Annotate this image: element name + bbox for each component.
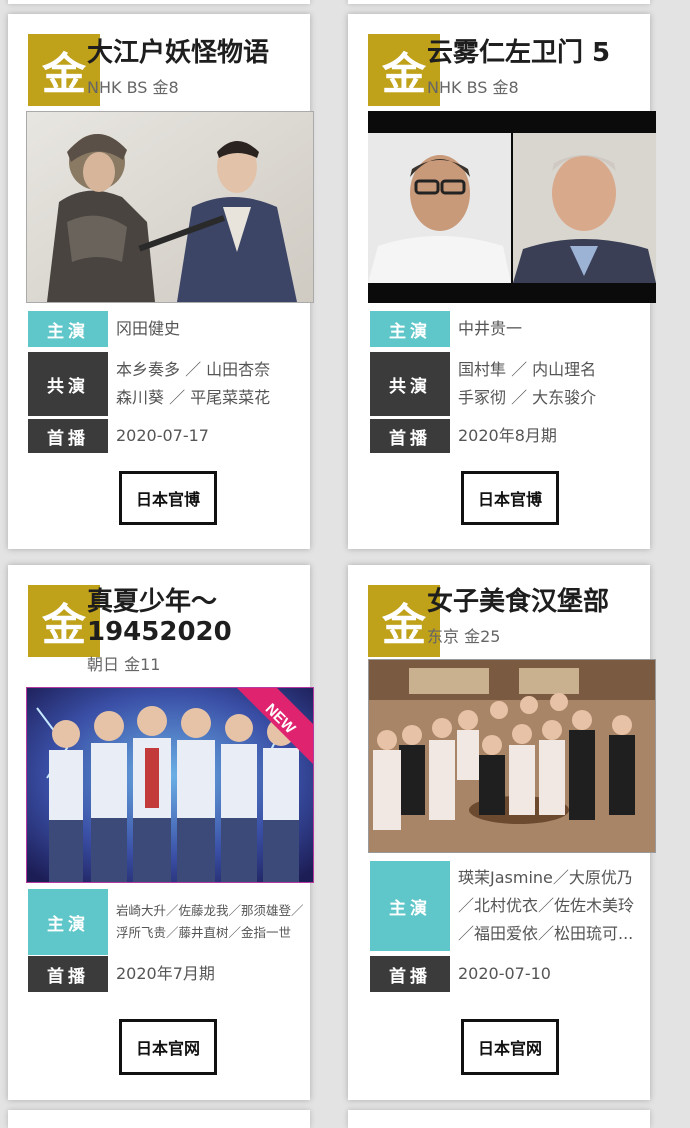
drama-channel: 东京 金25 bbox=[427, 627, 501, 646]
air-row: 首播 2020-07-17 bbox=[28, 419, 298, 453]
lead-line: 浮所飞贵／藤井直树／金指一世 bbox=[116, 925, 292, 940]
drama-title: 云雾仁左卫门 5 bbox=[427, 38, 611, 68]
drama-channel: 朝日 金11 bbox=[87, 655, 161, 674]
title-line: 真夏少年～ bbox=[87, 587, 218, 617]
lead-value: 瑛茉Jasmine／大原优乃 ／北村优衣／佐佐木美玲 ／福田爱依／松田琉可... bbox=[458, 861, 638, 951]
costar-row: 共演 国村隼 ／ 内山理名 手冢彻 ／ 大东骏介 bbox=[370, 352, 638, 416]
costar-line: 国村隼 ／ 内山理名 bbox=[458, 360, 597, 379]
drama-card: 金 真夏少年～ 19452020 朝日 金11 NEW 主演 岩崎大升／佐藤龙我… bbox=[8, 565, 314, 1100]
costar-label: 共演 bbox=[28, 352, 108, 416]
air-row: 首播 2020年8月期 bbox=[370, 419, 638, 453]
air-label: 首播 bbox=[370, 956, 450, 992]
lead-label: 主演 bbox=[28, 889, 108, 955]
lead-label: 主演 bbox=[370, 861, 450, 951]
drama-title: 女子美食汉堡部 bbox=[427, 587, 610, 617]
lead-row: 主演 中井贵一 bbox=[370, 311, 638, 347]
drama-channel: NHK BS 金8 bbox=[87, 78, 179, 97]
official-site-button[interactable]: 日本官网 bbox=[119, 1019, 217, 1075]
lead-label: 主演 bbox=[370, 311, 450, 347]
lead-value: 中井贵一 bbox=[458, 319, 523, 338]
drama-card: 金 云雾仁左卫门 5 NHK BS 金8 主演 中井贵一 共演 国村隼 ／ 内山… bbox=[348, 14, 656, 549]
costar-label: 共演 bbox=[370, 352, 450, 416]
lead-value: 冈田健史 bbox=[116, 319, 181, 338]
card-edge bbox=[348, 0, 650, 4]
lead-row: 主演 冈田健史 bbox=[28, 311, 298, 347]
card-edge bbox=[8, 0, 310, 4]
lead-line: ／北村优衣／佐佐木美玲 bbox=[458, 896, 635, 915]
lead-line: ／福田爱依／松田琉可... bbox=[458, 924, 634, 943]
air-date: 2020-07-10 bbox=[458, 964, 551, 983]
costar-row: 共演 本乡奏多 ／ 山田杏奈 森川葵 ／ 平尾菜菜花 bbox=[28, 352, 298, 416]
official-site-button[interactable]: 日本官网 bbox=[461, 1019, 559, 1075]
drama-photo bbox=[368, 111, 656, 303]
lead-line: 瑛茉Jasmine／大原优乃 bbox=[458, 868, 633, 887]
drama-channel: NHK BS 金8 bbox=[427, 78, 519, 97]
drama-card: 金 大江户妖怪物语 NHK BS 金8 主演 冈田健史 共演 本乡奏多 ／ 山田… bbox=[8, 14, 314, 549]
costar-value: 本乡奏多 ／ 山田杏奈 森川葵 ／ 平尾菜菜花 bbox=[116, 352, 298, 416]
drama-title: 真夏少年～ 19452020 bbox=[87, 587, 302, 647]
costar-value: 国村隼 ／ 内山理名 手冢彻 ／ 大东骏介 bbox=[458, 352, 638, 416]
costar-line: 手冢彻 ／ 大东骏介 bbox=[458, 388, 597, 407]
official-site-button[interactable]: 日本官博 bbox=[119, 471, 217, 525]
lead-row: 主演 岩崎大升／佐藤龙我／那须雄登／ 浮所飞贵／藤井直树／金指一世 bbox=[28, 889, 304, 955]
lead-line: 岩崎大升／佐藤龙我／那须雄登／ bbox=[116, 903, 304, 918]
lead-label: 主演 bbox=[28, 311, 108, 347]
air-date: 2020年8月期 bbox=[458, 426, 557, 445]
air-date: 2020-07-17 bbox=[116, 426, 209, 445]
air-label: 首播 bbox=[28, 419, 108, 453]
drama-photo: NEW bbox=[26, 687, 314, 883]
title-line: 19452020 bbox=[87, 617, 232, 647]
costar-line: 森川葵 ／ 平尾菜菜花 bbox=[116, 388, 271, 407]
lead-value: 岩崎大升／佐藤龙我／那须雄登／ 浮所飞贵／藤井直树／金指一世 bbox=[116, 889, 304, 955]
drama-photo bbox=[368, 659, 656, 853]
official-site-button[interactable]: 日本官博 bbox=[461, 471, 559, 525]
card-edge bbox=[348, 1110, 650, 1128]
air-row: 首播 2020-07-10 bbox=[370, 956, 638, 992]
air-date: 2020年7月期 bbox=[116, 964, 215, 983]
drama-photo bbox=[26, 111, 314, 303]
air-row: 首播 2020年7月期 bbox=[28, 956, 298, 992]
lead-row: 主演 瑛茉Jasmine／大原优乃 ／北村优衣／佐佐木美玲 ／福田爱依／松田琉可… bbox=[370, 861, 638, 951]
air-label: 首播 bbox=[28, 956, 108, 992]
drama-card: 金 女子美食汉堡部 东京 金25 主演 瑛茉Jasmine／大原优乃 ／北村优衣… bbox=[348, 565, 656, 1100]
card-edge bbox=[8, 1110, 310, 1128]
air-label: 首播 bbox=[370, 419, 450, 453]
costar-line: 本乡奏多 ／ 山田杏奈 bbox=[116, 360, 271, 379]
drama-title: 大江户妖怪物语 bbox=[87, 38, 270, 68]
